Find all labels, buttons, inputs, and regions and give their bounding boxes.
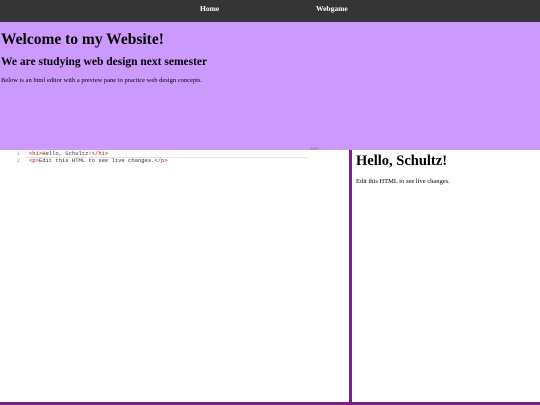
code-text: Hello, Schultz! <box>42 150 92 157</box>
preview-heading: Hello, Schultz! <box>356 153 448 169</box>
top-nav-bar: Home Webgame <box>0 0 540 22</box>
hero-title: Welcome to my Website! <box>1 31 164 48</box>
code-text: Edit this HTML to see live changes. <box>38 157 155 164</box>
line-number: 2 <box>16 157 20 164</box>
live-preview-pane: Hello, Schultz! Edit this HTML to see li… <box>352 150 540 402</box>
code-open-tag: <p> <box>29 157 39 164</box>
html-code-editor[interactable]: ses 1 <h1>Hello, Schultz!</h1> 2 <p>Edit… <box>0 147 349 403</box>
code-close-tag: </p> <box>154 157 168 164</box>
code-line[interactable]: <p>Edit this HTML to see live changes.</… <box>29 157 168 164</box>
code-line[interactable]: <h1>Hello, Schultz!</h1> <box>29 150 108 157</box>
code-open-tag: <h1> <box>29 150 43 157</box>
editor-line[interactable]: 2 <p>Edit this HTML to see live changes.… <box>0 157 330 164</box>
hero-subtitle: We are studying web design next semester <box>1 56 208 68</box>
hero-description: Below is an html editor with a preview p… <box>1 77 203 84</box>
nav-link-home[interactable]: Home <box>200 4 219 13</box>
page: { "nav": { "home_label": "Home", "webgam… <box>0 0 540 405</box>
preview-paragraph: Edit this HTML to see live changes. <box>356 178 450 185</box>
line-number: 1 <box>16 150 20 157</box>
nav-link-webgame[interactable]: Webgame <box>316 4 348 13</box>
code-close-tag: </h1> <box>91 150 109 157</box>
hero-banner: Welcome to my Website! We are studying w… <box>0 22 540 150</box>
editor-line[interactable]: 1 <h1>Hello, Schultz!</h1> <box>0 150 330 157</box>
